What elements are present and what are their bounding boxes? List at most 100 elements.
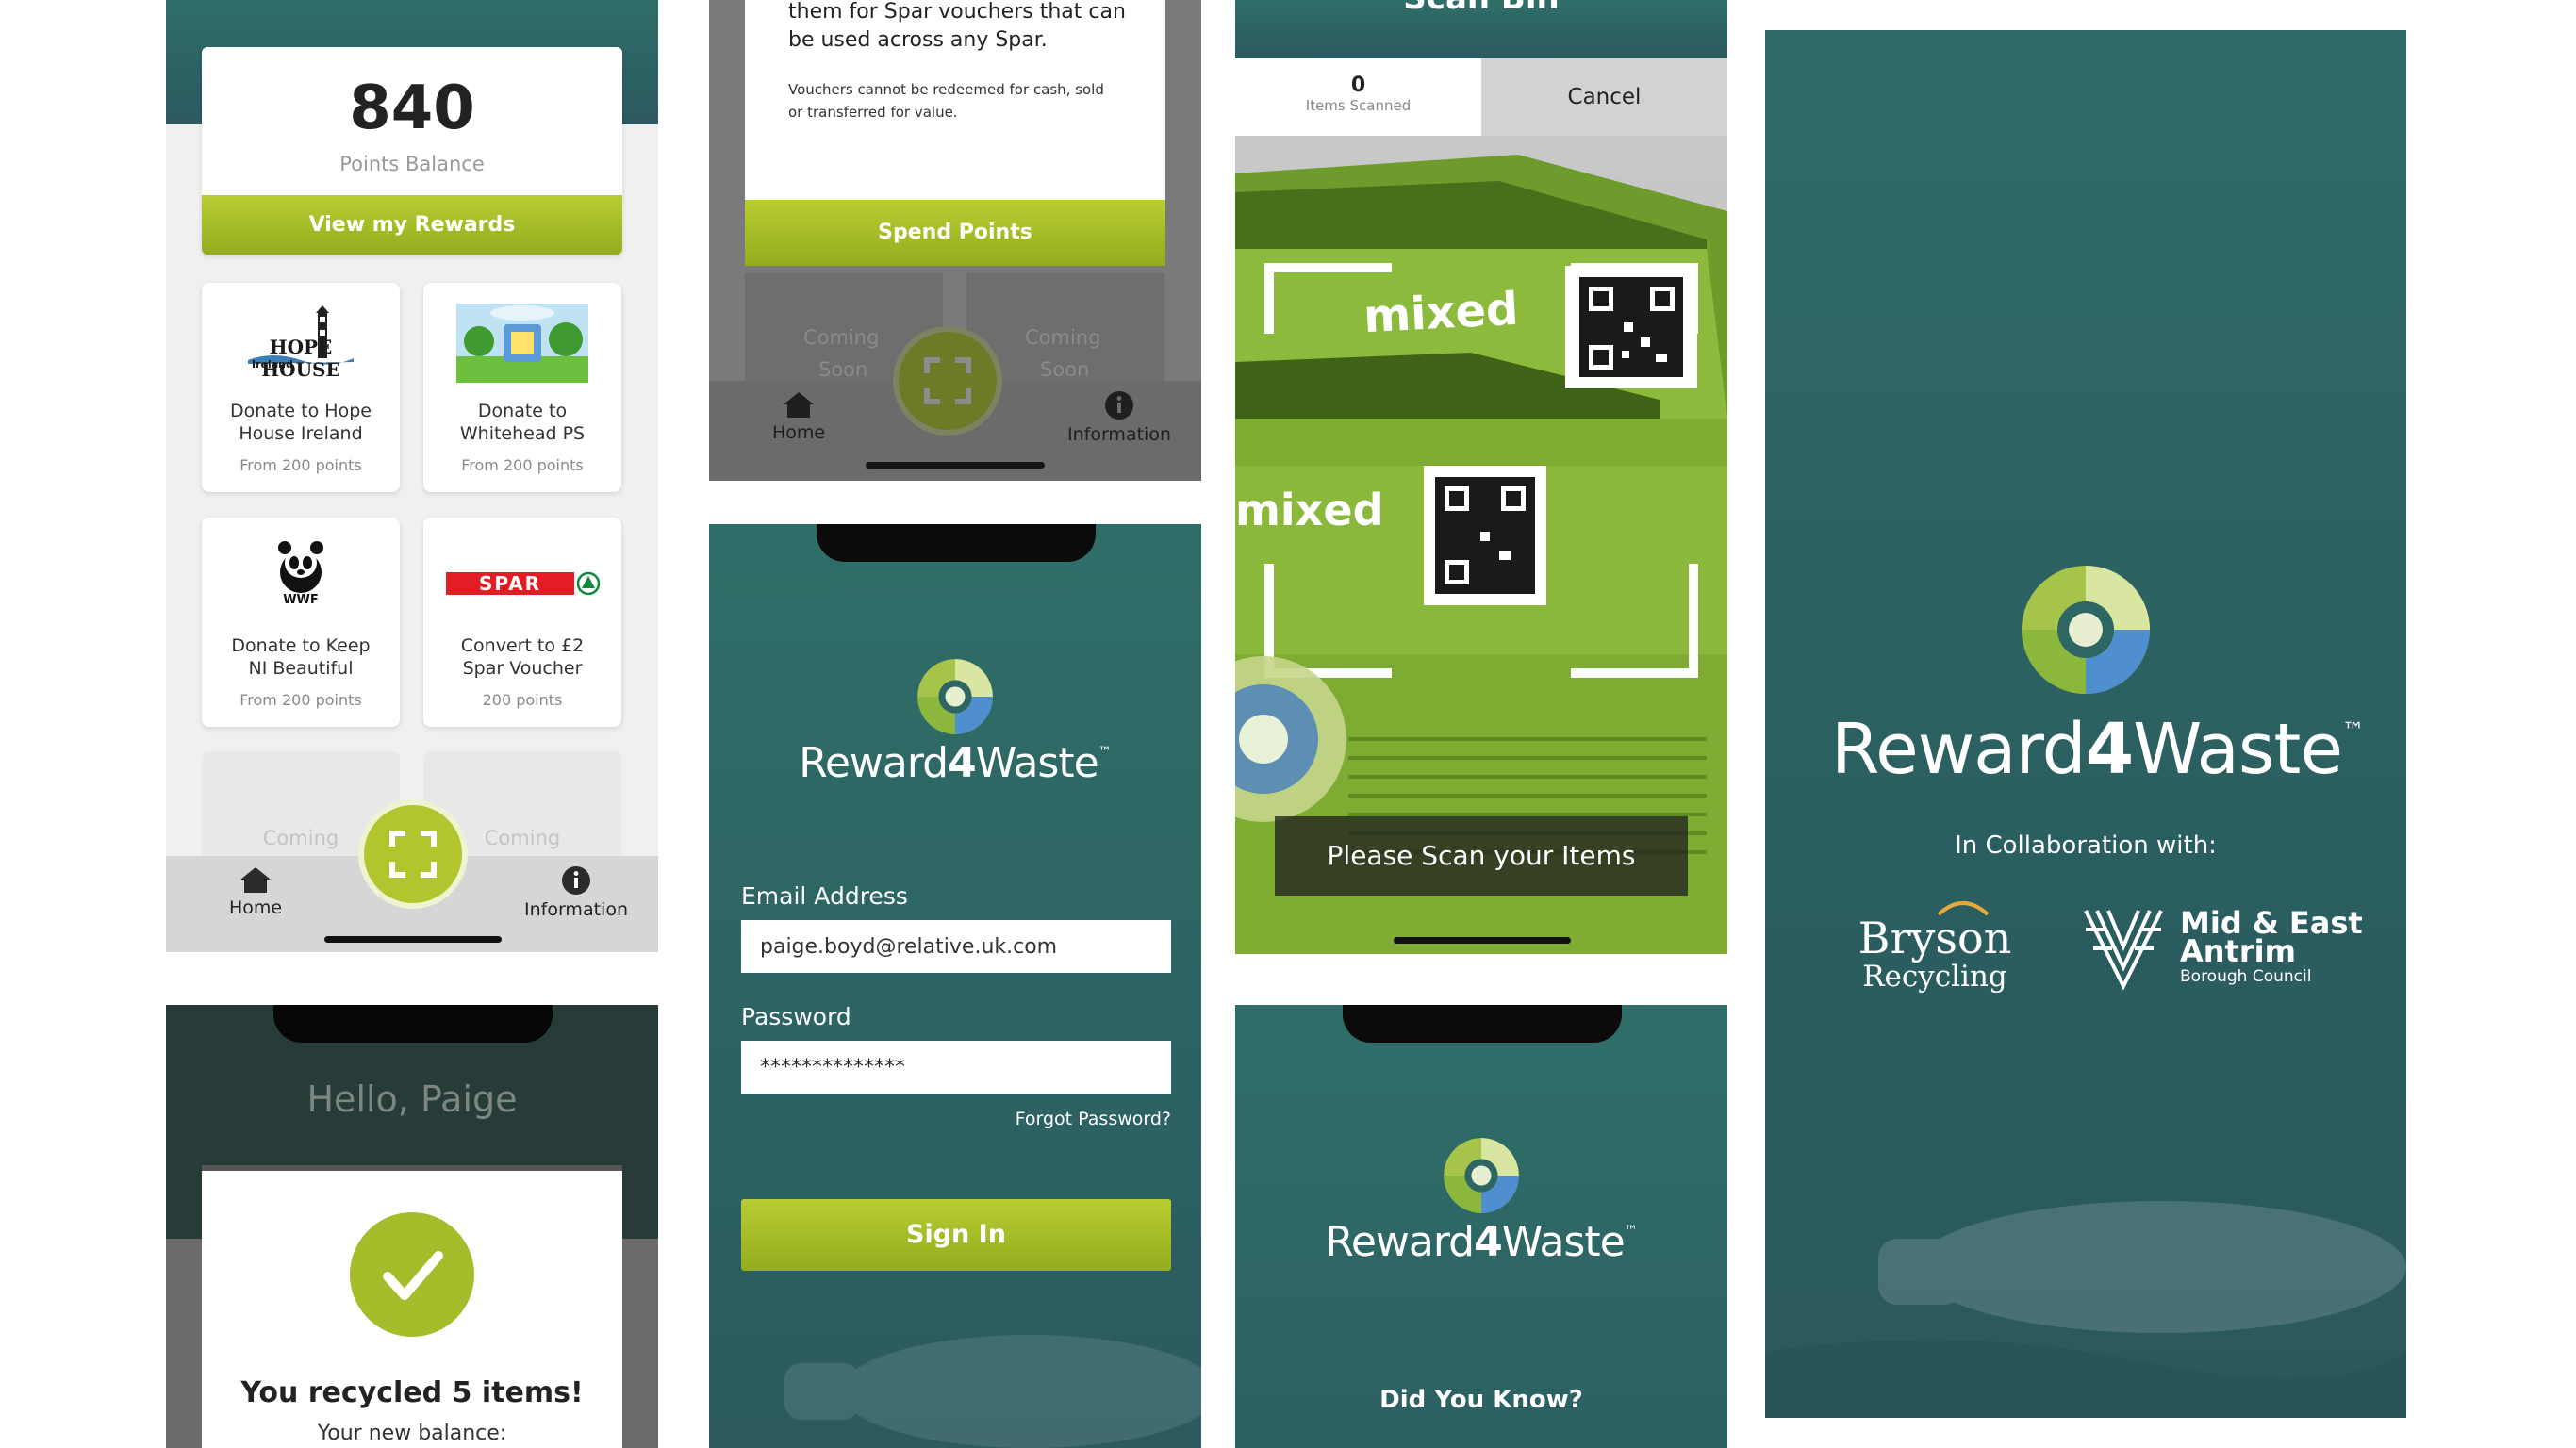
mid-east-antrim-logo: Mid & East Antrim Borough Council [2076,897,2363,1001]
email-field[interactable]: paige.boyd@relative.uk.com [741,920,1171,973]
reward-title-line1: Donate to Hope [230,401,372,421]
home-icon [240,867,271,893]
reward4waste-wordmark: Reward4Waste™ [1235,1218,1727,1266]
items-scanned-label: Items Scanned [1305,97,1412,114]
hope-house-logo: HOPE HOUSE Ireland [244,304,357,381]
coming-soon-label: Soon [1040,358,1090,381]
spend-points-button[interactable]: Spend Points [745,200,1165,266]
brand-part3: Waste [975,739,1099,787]
nav-home[interactable]: Home [204,865,307,922]
scan-header: Scan Bin [1235,0,1727,58]
brand-tm: ™ [2341,717,2365,745]
reward-title-line2: NI Beautiful [248,658,354,679]
reward4waste-logo-icon [2020,564,2152,696]
meab-line3: Borough Council [2180,967,2312,986]
phone-notch [273,1005,553,1043]
points-card: 840 Points Balance View my Rewards [202,47,622,255]
reward-title-line1: Donate to Keep [231,635,371,656]
voucher-small-line1: Vouchers cannot be redeemed for cash, so… [788,81,1104,98]
reward4waste-wordmark: Reward4Waste™ [709,739,1201,787]
meab-line2: Antrim [2180,933,2296,969]
points-value: 840 [349,74,475,143]
bottle-background [1765,1201,2406,1418]
home-icon [784,392,814,418]
success-card: You recycled 5 items! Your new balance: [202,1165,622,1448]
brand-part1: Reward [1325,1218,1475,1266]
splash-screen: Reward4Waste™ In Collaboration with: Bry… [1765,30,2406,1418]
balance-label: Your new balance: [317,1422,507,1445]
password-field[interactable]: ************** [741,1041,1171,1094]
recycled-message: You recycled 5 items! [240,1376,584,1409]
brand-part1: Reward [1831,709,2087,790]
collab-label: In Collaboration with: [1955,831,2217,860]
phone-notch [1343,1005,1622,1043]
brand-part2: 4 [1474,1218,1503,1266]
wwf-panda-logo: WWF [275,538,326,608]
home-indicator [1394,937,1571,944]
reward-title-line2: Whitehead PS [459,423,586,444]
scan-fab[interactable] [893,326,1002,436]
home-indicator [866,462,1045,469]
did-you-know-heading: Did You Know? [1379,1386,1583,1414]
items-scanned-panel: 0 Items Scanned [1235,58,1481,136]
reward-card-spar-voucher[interactable]: SPAR Convert to £2 Spar Voucher 200 poin… [423,518,621,727]
voucher-modal: them for Spar vouchers that can be used … [745,0,1165,266]
bryson-line1: Bryson [1858,913,2012,963]
voucher-text-line1: them for Spar vouchers that can [788,0,1126,24]
login-screen: Reward4Waste™ Email Address paige.boyd@r… [709,524,1201,1448]
reward-card-keep-ni-beautiful[interactable]: WWF Donate to Keep NI Beautiful From 200… [202,518,400,727]
info-icon [1105,391,1133,420]
camera-view: mixed mixed Please Scan your Items [1235,136,1727,954]
scan-title: Scan Bin [1235,0,1727,17]
bin-text-mixed: mixed [1235,485,1384,535]
spar-logo: SPAR [446,570,601,597]
reward4waste-logo-icon [916,658,994,735]
reward-points: From 200 points [239,691,362,709]
brand-tm: ™ [1098,744,1112,760]
brand-part2: 4 [948,739,977,787]
phone-notch [817,524,1096,562]
reward-card-hope-house[interactable]: HOPE HOUSE Ireland Donate to Hope House … [202,283,400,492]
password-label: Password [741,1003,851,1030]
reward4waste-logo-icon [1443,1137,1520,1214]
email-label: Email Address [741,882,908,910]
scan-fab[interactable] [358,799,468,909]
points-label: Points Balance [339,153,485,175]
reward-points: From 200 points [461,456,584,474]
checkmark-icon [383,1251,443,1300]
checkmark-circle [350,1212,474,1337]
scan-screen: Scan Bin 0 Items Scanned Cancel [1235,0,1727,954]
coming-soon-label: Coming [803,326,880,349]
reward-title-line1: Donate to [477,401,568,421]
nav-information[interactable]: Information [505,865,647,922]
nav-home-label: Home [228,897,283,918]
cancel-button[interactable]: Cancel [1481,58,1727,136]
coming-soon-label: Soon [818,358,868,381]
brand-part3: Waste [2133,709,2343,790]
voucher-text-line2: be used across any Spar. [788,28,1048,52]
brand-part2: 4 [2085,709,2134,790]
reward4waste-wordmark: Reward4Waste™ [1831,709,2365,790]
scan-frame-icon [924,357,971,404]
nav-information[interactable]: Information [1049,390,1190,447]
reward-card-whitehead-ps[interactable]: Donate to Whitehead PS From 200 points [423,283,621,492]
nav-home-label: Home [771,422,826,443]
voucher-screen: them for Spar vouchers that can be used … [709,0,1201,481]
spar-logo-text: SPAR [446,572,574,595]
greeting: Hello, Paige [306,1078,518,1120]
brand-tm: ™ [1624,1223,1638,1239]
home-indicator [324,936,502,943]
reward-title-line2: House Ireland [239,423,363,444]
reward-title-line2: Spar Voucher [462,658,583,679]
coming-soon-label: Coming [1025,326,1101,349]
scan-prompt: Please Scan your Items [1275,816,1688,896]
info-icon [562,866,590,895]
reward-points: 200 points [482,691,563,709]
forgot-password-link[interactable]: Forgot Password? [1016,1109,1171,1129]
items-scanned-count: 0 [1350,74,1366,97]
view-rewards-button[interactable]: View my Rewards [202,195,622,255]
brand-part3: Waste [1501,1218,1626,1266]
bryson-line2: Recycling [1862,960,2007,994]
nav-home[interactable]: Home [747,390,850,447]
home-screen: 840 Points Balance View my Rewards HOPE … [166,0,658,952]
